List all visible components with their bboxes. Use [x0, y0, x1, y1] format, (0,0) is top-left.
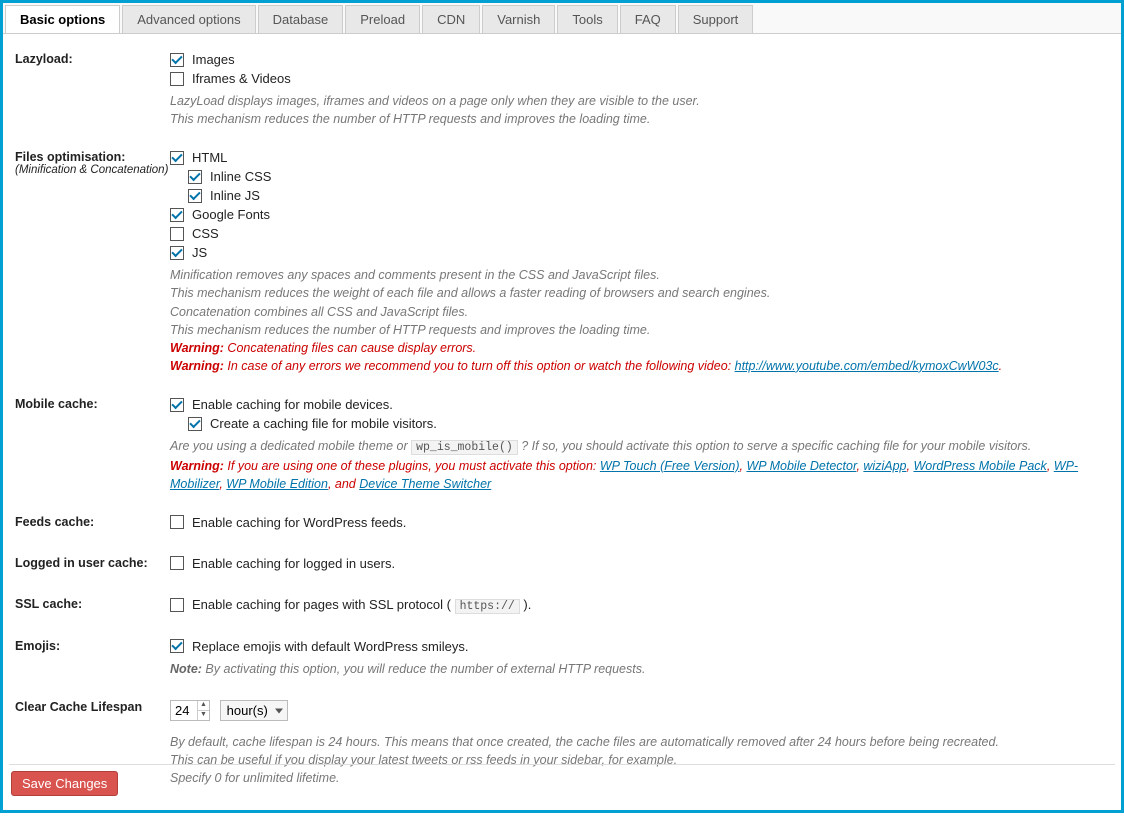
opt-google-fonts-label: Google Fonts [192, 207, 270, 222]
lifespan-d2: This can be useful if you display your l… [170, 751, 1115, 769]
video-link[interactable]: http://www.youtube.com/embed/kymoxCwW03c [735, 359, 999, 373]
checkbox-google-fonts[interactable] [170, 208, 184, 222]
checkbox-iframes[interactable] [170, 72, 184, 86]
label-lifespan: Clear Cache Lifespan [15, 700, 170, 714]
checkbox-inline-js[interactable] [188, 189, 202, 203]
tab-support[interactable]: Support [678, 5, 754, 33]
checkbox-feeds[interactable] [170, 515, 184, 529]
opt-js-label: JS [192, 245, 207, 260]
opt-inline-js-label: Inline JS [210, 188, 260, 203]
label-logged: Logged in user cache: [15, 556, 170, 570]
checkbox-css[interactable] [170, 227, 184, 241]
save-button[interactable]: Save Changes [11, 771, 118, 796]
label-feeds: Feeds cache: [15, 515, 170, 529]
files-d2: This mechanism reduces the weight of eac… [170, 284, 1115, 302]
plugin-link[interactable]: WordPress Mobile Pack [913, 459, 1046, 473]
checkbox-emojis[interactable] [170, 639, 184, 653]
checkbox-js[interactable] [170, 246, 184, 260]
opt-mobile-file-label: Create a caching file for mobile visitor… [210, 416, 437, 431]
basic-options-panel: Lazyload: Images Iframes & Videos LazyLo… [3, 34, 1121, 817]
opt-images-label: Images [192, 52, 235, 67]
checkbox-ssl[interactable] [170, 598, 184, 612]
lazyload-desc1: LazyLoad displays images, iframes and vi… [170, 92, 1115, 110]
checkbox-inline-css[interactable] [188, 170, 202, 184]
mobile-warning: Warning: If you are using one of these p… [170, 457, 1115, 493]
tab-preload[interactable]: Preload [345, 5, 420, 33]
label-emojis: Emojis: [15, 639, 170, 653]
number-stepper[interactable]: ▲▼ [197, 701, 209, 720]
label-ssl: SSL cache: [15, 597, 170, 611]
plugin-link[interactable]: WP Mobile Edition [226, 477, 328, 491]
checkbox-images[interactable] [170, 53, 184, 67]
lazyload-desc2: This mechanism reduces the number of HTT… [170, 110, 1115, 128]
lifespan-unit[interactable]: hour(s) [220, 700, 288, 721]
opt-emojis-label: Replace emojis with default WordPress sm… [192, 639, 468, 654]
opt-css-label: CSS [192, 226, 219, 241]
opt-mobile-enable-label: Enable caching for mobile devices. [192, 397, 393, 412]
label-lazyload: Lazyload: [15, 52, 170, 66]
checkbox-mobile-file[interactable] [188, 417, 202, 431]
tab-advanced-options[interactable]: Advanced options [122, 5, 255, 33]
plugin-link[interactable]: Device Theme Switcher [359, 477, 491, 491]
tab-cdn[interactable]: CDN [422, 5, 480, 33]
opt-inline-css-label: Inline CSS [210, 169, 271, 184]
tab-faq[interactable]: FAQ [620, 5, 676, 33]
label-mobile: Mobile cache: [15, 397, 170, 411]
files-d4: This mechanism reduces the number of HTT… [170, 321, 1115, 339]
tab-tools[interactable]: Tools [557, 5, 617, 33]
tab-bar: Basic optionsAdvanced optionsDatabasePre… [3, 3, 1121, 34]
files-d3: Concatenation combines all CSS and JavaS… [170, 303, 1115, 321]
plugin-link[interactable]: WP Mobile Detector [746, 459, 856, 473]
opt-feeds-label: Enable caching for WordPress feeds. [192, 515, 406, 530]
plugin-link[interactable]: WP Touch (Free Version) [600, 459, 740, 473]
tab-varnish[interactable]: Varnish [482, 5, 555, 33]
tab-database[interactable]: Database [258, 5, 344, 33]
tab-basic-options[interactable]: Basic options [5, 5, 120, 33]
lifespan-d1: By default, cache lifespan is 24 hours. … [170, 733, 1115, 751]
plugin-link[interactable]: wiziApp [863, 459, 906, 473]
opt-ssl-label: Enable caching for pages with SSL protoc… [192, 597, 531, 613]
checkbox-logged[interactable] [170, 556, 184, 570]
opt-logged-label: Enable caching for logged in users. [192, 556, 395, 571]
checkbox-mobile-enable[interactable] [170, 398, 184, 412]
opt-iframes-label: Iframes & Videos [192, 71, 291, 86]
label-files: Files optimisation: (Minification & Conc… [15, 150, 170, 176]
checkbox-html[interactable] [170, 151, 184, 165]
lifespan-d3: Specify 0 for unlimited lifetime. [170, 769, 1115, 787]
files-d1: Minification removes any spaces and comm… [170, 266, 1115, 284]
separator [9, 764, 1115, 765]
opt-html-label: HTML [192, 150, 227, 165]
mobile-desc: Are you using a dedicated mobile theme o… [170, 437, 1115, 457]
